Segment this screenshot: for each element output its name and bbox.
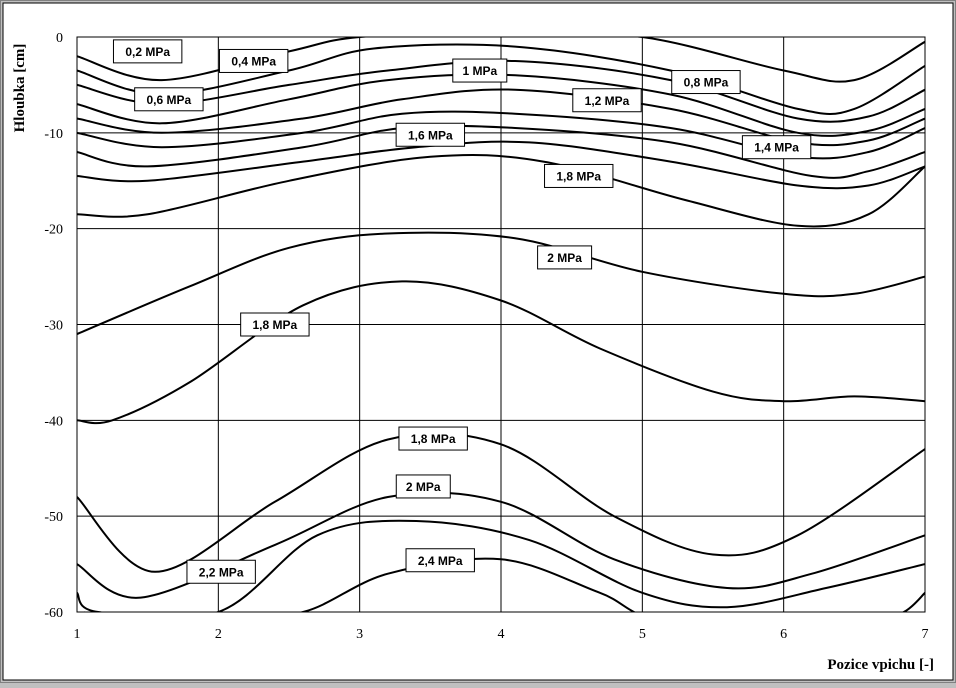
y-tick-label-5: -50 — [44, 510, 63, 525]
curve-label-text: 1,2 MPa — [585, 94, 630, 108]
curve-label-0: 0,2 MPa — [112, 39, 183, 64]
y-tick-label-2: -20 — [44, 223, 63, 238]
curve-label-text: 1,8 MPa — [253, 318, 298, 332]
x-tick-label-2: 3 — [356, 627, 363, 642]
curve-label-text: 0,8 MPa — [684, 76, 729, 90]
x-tick-label-3: 4 — [498, 627, 505, 642]
y-tick-label-1: -10 — [44, 127, 63, 142]
curve-label-text: 1 MPa — [462, 64, 497, 78]
curve-label-7: 1,4 MPa — [741, 135, 812, 160]
x-axis-title: Pozice vpichu [-] — [827, 657, 934, 673]
y-tick-label-0: 0 — [56, 31, 63, 46]
curve-label-5: 1,2 MPa — [572, 88, 642, 113]
x-tick-label-6: 7 — [922, 627, 929, 642]
curve-label-2: 0,6 MPa — [134, 87, 204, 112]
curve-label-text: 0,6 MPa — [147, 93, 192, 107]
curve-label-14: 2,4 MPa — [405, 548, 475, 573]
curve-label-text: 0,2 MPa — [125, 45, 170, 59]
curve-label-12: 2 MPa — [395, 474, 451, 499]
y-tick-label-4: -40 — [44, 414, 63, 429]
curve-label-11: 1,8 MPa — [398, 426, 468, 451]
curve-label-text: 0,4 MPa — [231, 54, 276, 68]
curve-label-text: 1,8 MPa — [556, 169, 601, 183]
curve-label-10: 1,8 MPa — [240, 312, 310, 337]
curve-label-3: 1 MPa — [452, 58, 508, 83]
x-tick-label-5: 6 — [780, 627, 787, 642]
curve-label-text: 2 MPa — [547, 251, 582, 265]
curve-label-4: 0,8 MPa — [671, 70, 741, 95]
x-tick-label-0: 1 — [74, 627, 81, 642]
chart: 0 -10 -20 -30 -40 -50 -60 1 2 3 4 5 6 7 0,2 MPa 0,4 M… — [0, 0, 956, 683]
chart-frame: 0 -10 -20 -30 -40 -50 -60 1 2 3 4 5 6 7 0,2 MPa 0,4 M… — [0, 0, 956, 683]
curve-label-1: 0,4 MPa — [218, 48, 289, 73]
x-tick-label-4: 5 — [639, 627, 646, 642]
curve-label-9: 2 MPa — [537, 245, 593, 270]
curve-label-13: 2,2 MPa — [186, 559, 256, 584]
curve-label-text: 1,8 MPa — [411, 432, 456, 446]
y-tick-label-6: -60 — [44, 606, 63, 621]
curve-label-text: 1,6 MPa — [408, 128, 453, 142]
curve-label-text: 2,2 MPa — [199, 565, 244, 579]
curve-label-8: 1,8 MPa — [544, 163, 614, 188]
curve-label-text: 2,4 MPa — [418, 554, 463, 568]
curve-label-6: 1,6 MPa — [395, 122, 466, 147]
y-tick-label-3: -30 — [44, 319, 63, 334]
curve-label-text: 1,4 MPa — [754, 141, 799, 155]
y-axis-title: Hloubka [cm] — [12, 44, 28, 133]
curve-label-text: 2 MPa — [406, 480, 441, 494]
x-tick-label-1: 2 — [215, 627, 222, 642]
